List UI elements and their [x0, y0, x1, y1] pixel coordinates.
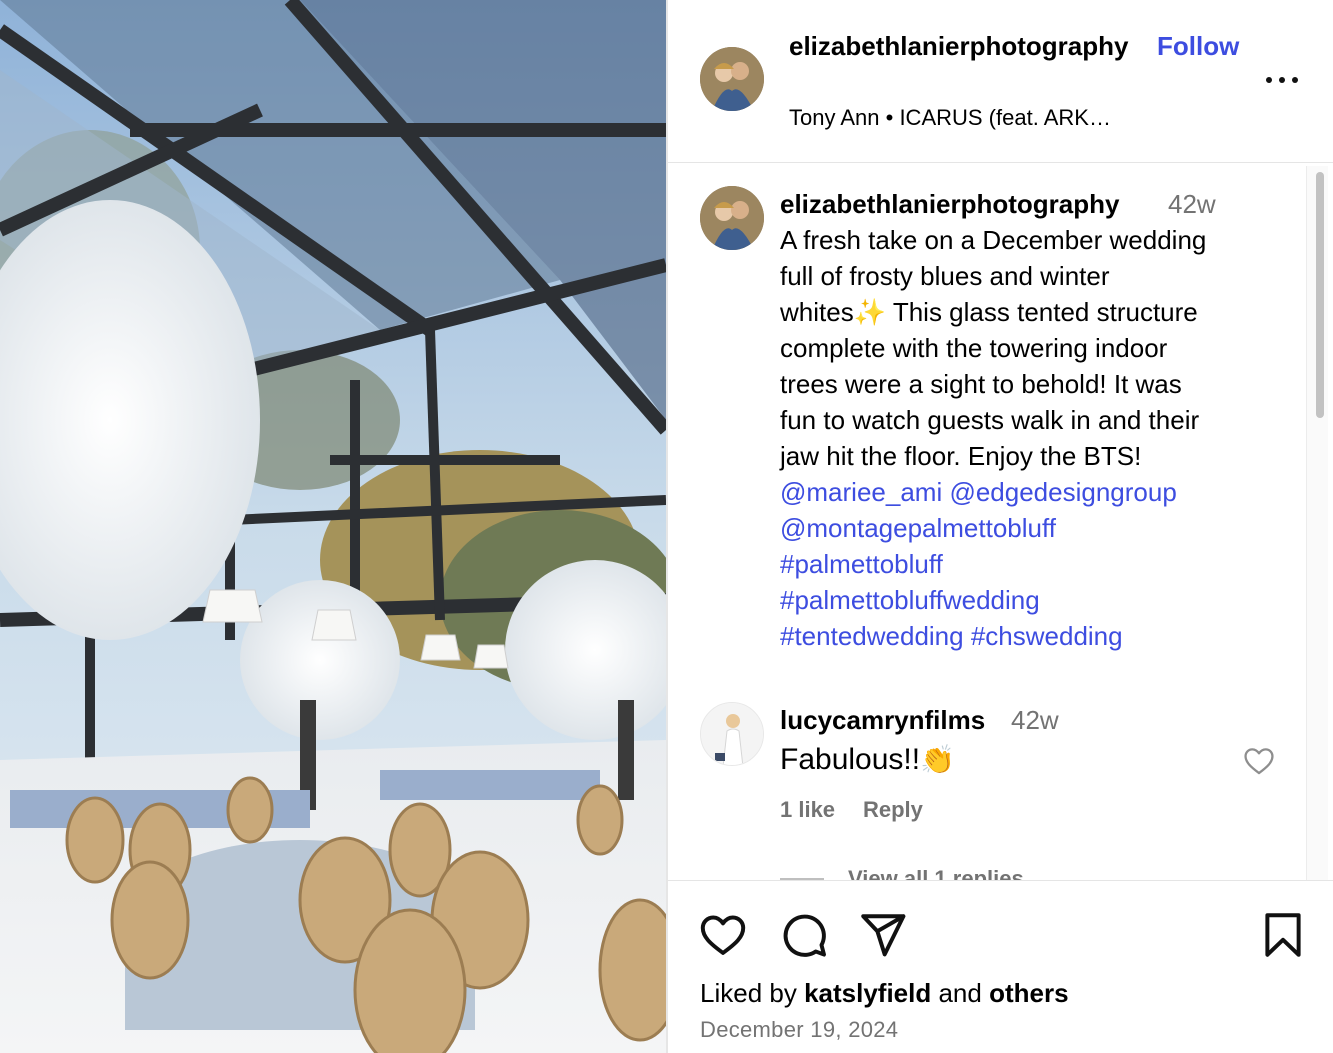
post-details-panel: elizabethlanierphotography Follow Tony A…	[668, 0, 1333, 1053]
actions-divider	[668, 880, 1333, 881]
caption-line: A fresh take on a December wedding	[780, 225, 1207, 255]
comment-text-body: Fabulous!!	[780, 743, 921, 776]
caption-line: whites✨ This glass tented structure	[780, 294, 1280, 330]
caption-line: trees were a sight to behold! It was	[780, 369, 1182, 399]
follow-button[interactable]: Follow	[1157, 28, 1239, 64]
clap-emoji: 👏	[920, 744, 955, 775]
more-options-icon[interactable]	[1262, 64, 1302, 96]
tag-link[interactable]: @mariee_ami @edgedesigngroup	[780, 474, 1280, 510]
hashtag-link[interactable]: #palmettobluff	[780, 546, 1280, 582]
caption-line: fun to watch guests walk in and their	[780, 405, 1200, 435]
reply-button[interactable]: Reply	[863, 794, 923, 826]
comment-text: Fabulous!!👏	[780, 740, 955, 780]
heart-icon[interactable]	[698, 910, 748, 960]
author-username[interactable]: elizabethlanierphotography	[789, 28, 1144, 64]
caption-tags: @mariee_ami @edgedesigngroup @montagepal…	[780, 474, 1280, 654]
comment-icon[interactable]	[779, 910, 829, 960]
liked-others-link[interactable]: others	[989, 978, 1068, 1008]
liked-mid: and	[931, 978, 990, 1008]
caption-line-part: whites	[780, 297, 854, 327]
liked-prefix: Liked by	[700, 978, 805, 1008]
liked-user-link[interactable]: katslyfield	[804, 978, 931, 1008]
hashtag-link[interactable]: #tentedwedding #chswedding	[780, 618, 1280, 654]
share-icon[interactable]	[858, 910, 908, 960]
caption-avatar[interactable]	[700, 186, 764, 250]
author-avatar[interactable]	[700, 47, 764, 111]
comments-section: elizabethlanierphotography 42w A fresh t…	[668, 164, 1308, 880]
comment-like-count[interactable]: 1 like	[780, 794, 835, 826]
caption-text: A fresh take on a December wedding full …	[780, 222, 1280, 474]
comment-like-heart-icon[interactable]	[1242, 744, 1276, 778]
bookmark-icon[interactable]	[1258, 910, 1308, 960]
caption-line-part: This glass tented structure	[886, 297, 1198, 327]
view-replies-label: View all 1 replies	[848, 866, 1024, 880]
comment-time[interactable]: 42w	[1011, 702, 1059, 738]
post-date[interactable]: December 19, 2024	[700, 1015, 898, 1045]
post-media[interactable]	[0, 0, 666, 1053]
scrollbar-thumb[interactable]	[1316, 172, 1324, 418]
caption-username[interactable]: elizabethlanierphotography	[780, 186, 1120, 222]
tag-link[interactable]: @montagepalmettobluff	[780, 510, 1280, 546]
comments-scrollbar[interactable]	[1306, 166, 1328, 880]
hashtag-link[interactable]: #palmettobluffwedding	[780, 582, 1280, 618]
caption-line: complete with the towering indoor	[780, 333, 1168, 363]
post-image	[0, 0, 666, 1053]
caption-line: jaw hit the floor. Enjoy the BTS!	[780, 441, 1142, 471]
sparkles-emoji: ✨	[853, 297, 887, 327]
audio-track[interactable]: Tony Ann • ICARUS (feat. ARK…	[789, 102, 1189, 134]
caption-time[interactable]: 42w	[1168, 186, 1216, 222]
commenter-username[interactable]: lucycamrynfilms	[780, 702, 985, 738]
caption-line: full of frosty blues and winter	[780, 261, 1110, 291]
liked-by: Liked by katslyfield and others	[700, 976, 1069, 1010]
view-replies-button[interactable]: View all 1 replies	[780, 864, 1024, 880]
commenter-avatar[interactable]	[700, 702, 764, 766]
post-header: elizabethlanierphotography Follow Tony A…	[668, 0, 1333, 163]
